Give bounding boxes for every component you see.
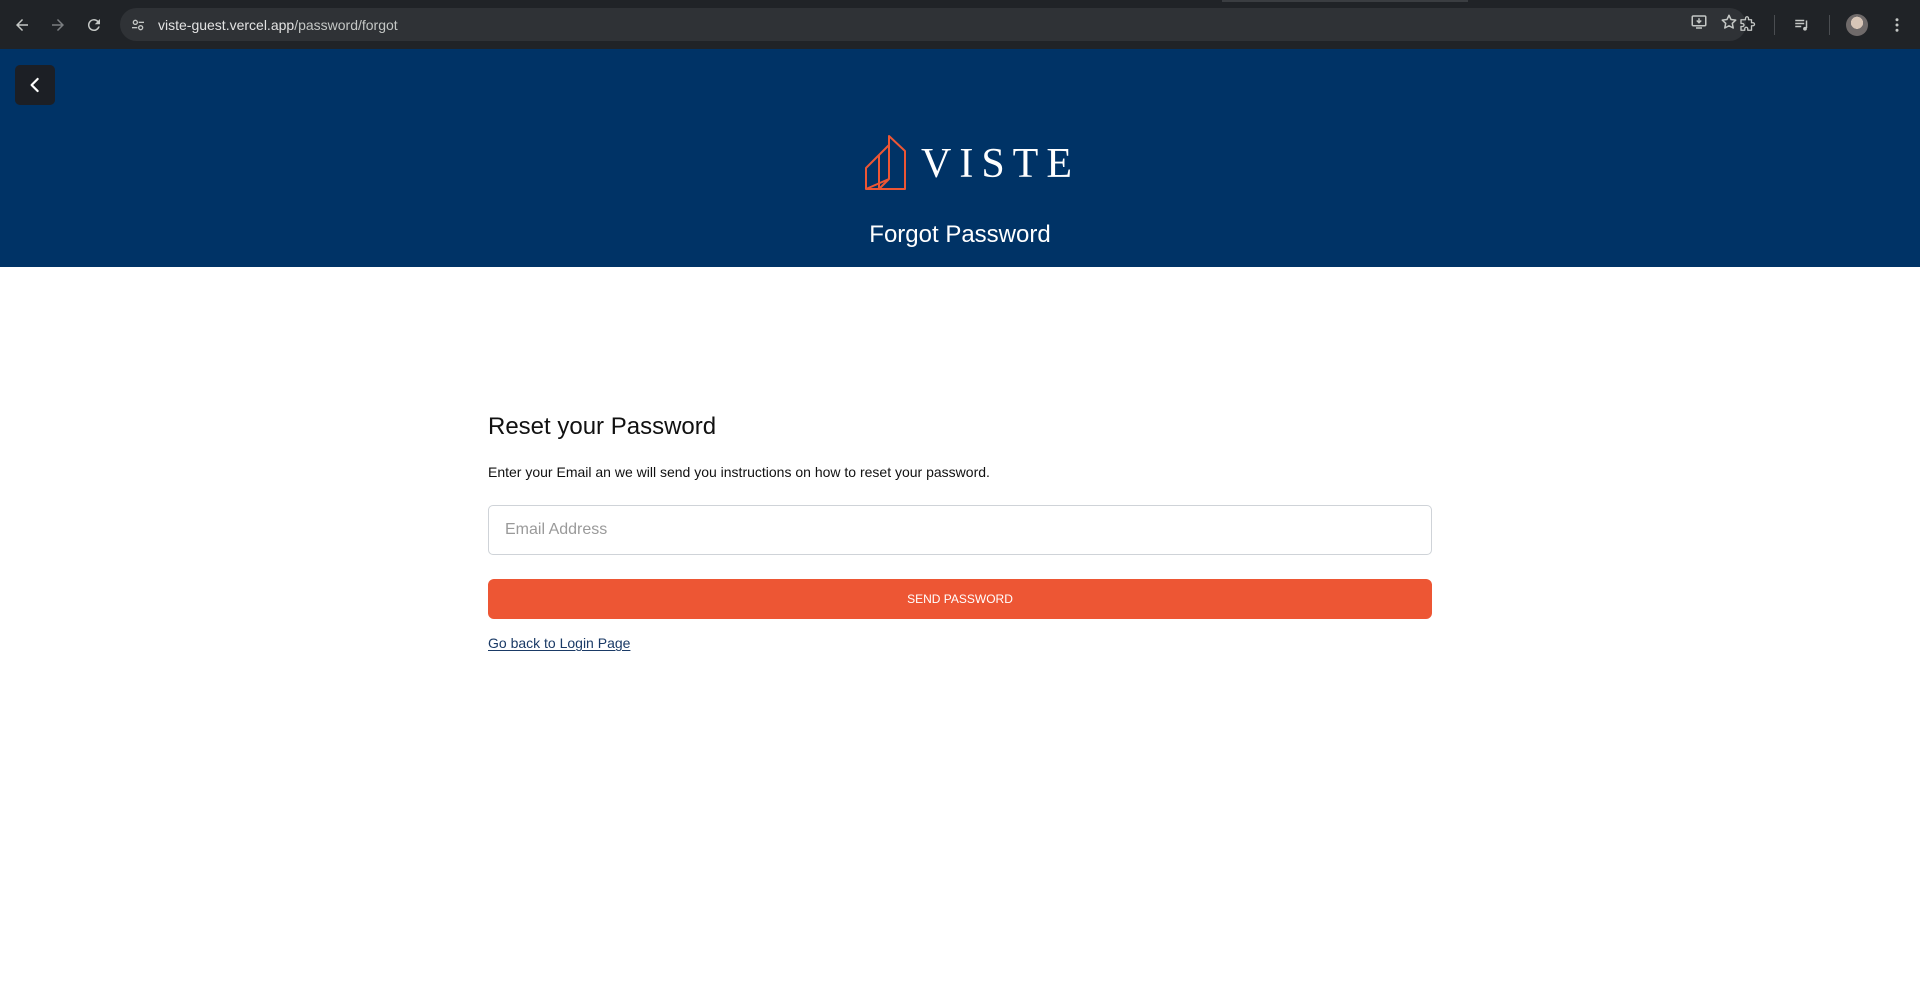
url-host: viste-guest.vercel.app bbox=[158, 16, 295, 33]
puzzle-icon[interactable] bbox=[1734, 12, 1760, 38]
tune-icon[interactable] bbox=[128, 15, 148, 35]
form-heading: Reset your Password bbox=[488, 413, 717, 440]
arrow-left-icon bbox=[16, 18, 28, 31]
page-back-button[interactable] bbox=[15, 65, 55, 105]
avatar-icon bbox=[1846, 13, 1868, 36]
address-bar-actions bbox=[1690, 8, 1738, 41]
browser-forward-button[interactable] bbox=[40, 7, 76, 43]
browser-back-button[interactable] bbox=[4, 7, 40, 43]
tab-strip-edge bbox=[1222, 0, 1468, 2]
address-bar[interactable]: viste-guest.vercel.app/password/forgot bbox=[120, 8, 1746, 41]
reload-icon bbox=[87, 18, 100, 31]
arrow-right-icon bbox=[52, 18, 64, 31]
toolbar-divider bbox=[1774, 14, 1775, 35]
building-logo-icon bbox=[865, 135, 906, 190]
url-path: /password/forgot bbox=[294, 16, 398, 33]
brand-wordmark: VISTE bbox=[921, 141, 1080, 187]
profile-avatar[interactable] bbox=[1844, 12, 1870, 38]
reset-password-form: Reset your Password Enter your Email an … bbox=[488, 413, 1432, 653]
brand-logo: VISTE bbox=[865, 134, 1080, 190]
media-controls-icon[interactable] bbox=[1789, 12, 1815, 38]
page-title: Forgot Password bbox=[869, 221, 1051, 248]
chevron-left-icon bbox=[30, 77, 39, 93]
browser-toolbar: viste-guest.vercel.app/password/forgot bbox=[0, 0, 1920, 49]
install-app-icon[interactable] bbox=[1690, 13, 1708, 36]
form-instructions: Enter your Email an we will send you ins… bbox=[488, 464, 990, 480]
send-password-button[interactable]: SEND PASSWORD bbox=[488, 579, 1432, 619]
back-to-login-link[interactable]: Go back to Login Page bbox=[488, 635, 630, 651]
browser-nav-buttons bbox=[4, 7, 112, 43]
address-url[interactable]: viste-guest.vercel.app/password/forgot bbox=[158, 17, 398, 33]
browser-reload-button[interactable] bbox=[76, 7, 112, 43]
toolbar-divider bbox=[1829, 14, 1830, 35]
page-header: VISTE Forgot Password bbox=[0, 49, 1920, 267]
browser-toolbar-right bbox=[1734, 0, 1920, 49]
email-field[interactable] bbox=[488, 505, 1432, 555]
kebab-menu-icon[interactable] bbox=[1884, 12, 1910, 38]
